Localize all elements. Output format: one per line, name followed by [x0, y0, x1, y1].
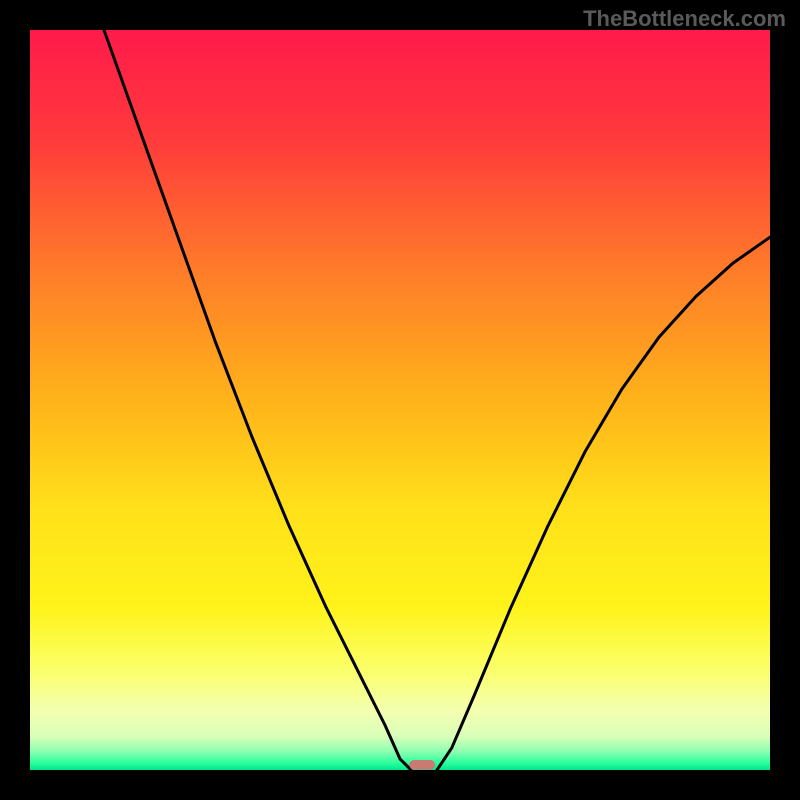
watermark-text: TheBottleneck.com — [583, 6, 786, 32]
plot-area — [30, 30, 770, 770]
chart-container: TheBottleneck.com — [0, 0, 800, 800]
chart-svg — [30, 30, 770, 770]
gradient-background — [30, 30, 770, 770]
bottleneck-marker — [409, 760, 435, 770]
